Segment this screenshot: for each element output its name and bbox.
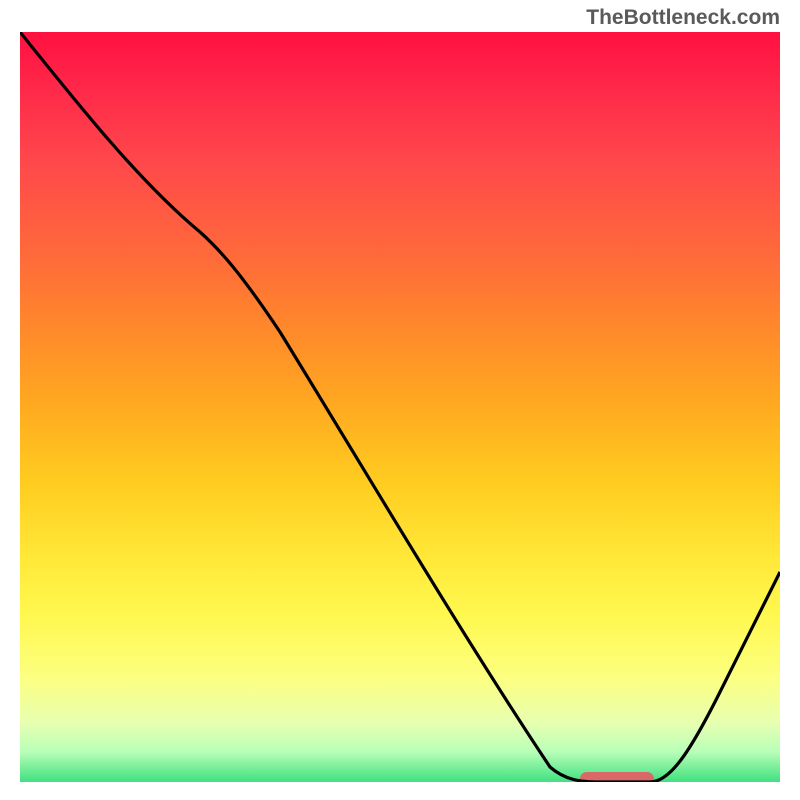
curve-layer	[20, 32, 780, 782]
plot-area	[20, 32, 780, 782]
bottleneck-chart: TheBottleneck.com	[0, 0, 800, 800]
bottleneck-curve	[20, 32, 780, 782]
watermark-text: TheBottleneck.com	[586, 6, 780, 30]
